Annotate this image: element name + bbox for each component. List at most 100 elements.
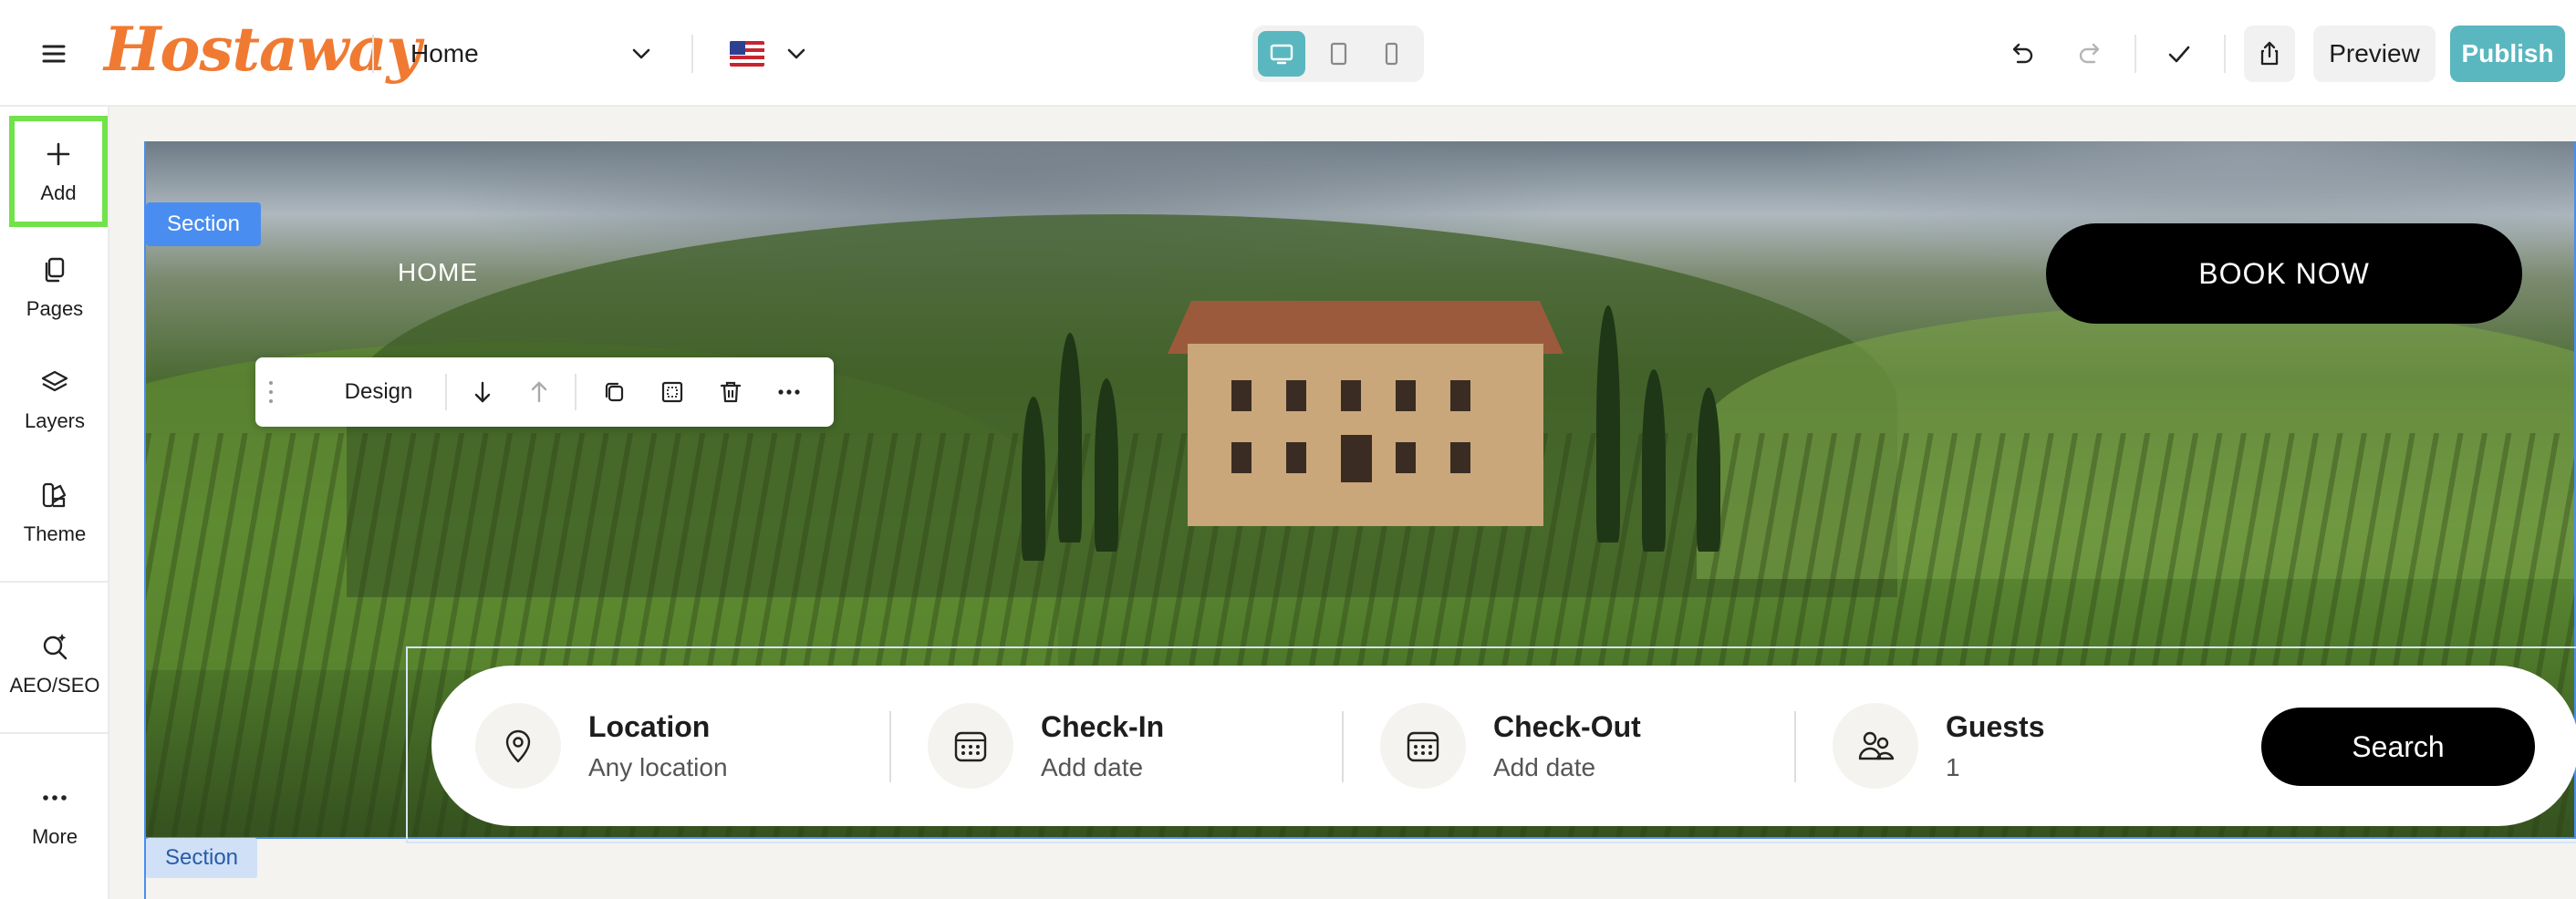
share-icon — [2255, 39, 2284, 68]
book-now-button[interactable]: BOOK NOW — [2046, 223, 2522, 324]
plus-icon — [42, 138, 75, 170]
divider — [691, 35, 693, 73]
page-selector-dropdown[interactable]: Home — [392, 27, 666, 80]
sidebar-item-label: Pages — [26, 297, 84, 320]
sidebar-item-theme[interactable]: Theme — [0, 462, 109, 563]
desktop-view-button[interactable] — [1258, 31, 1305, 77]
device-switcher — [1252, 26, 1424, 82]
section-label-tag-bottom[interactable]: Section — [146, 838, 257, 878]
sidebar-item-aeo-seo[interactable]: AEO/SEO — [0, 614, 109, 714]
sidebar-item-label: AEO/SEO — [9, 674, 100, 697]
cypress-tree — [1697, 388, 1720, 552]
hero-nav-home-link[interactable]: HOME — [398, 258, 478, 287]
tablet-view-button[interactable] — [1314, 31, 1362, 77]
guests-icon — [1833, 703, 1918, 789]
sidebar-item-add[interactable]: Add — [9, 116, 108, 227]
frame-select-icon — [659, 378, 686, 406]
delete-button[interactable] — [713, 375, 748, 409]
seo-search-icon — [38, 630, 71, 663]
villa-window — [1286, 380, 1306, 411]
villa-window — [1450, 380, 1470, 411]
sidebar-item-label: More — [31, 825, 78, 848]
hamburger-menu-icon[interactable] — [36, 36, 71, 71]
check-icon — [2164, 38, 2195, 69]
redo-icon — [2075, 38, 2106, 69]
chevron-down-icon — [628, 40, 655, 67]
divider — [372, 35, 374, 73]
editor-canvas: HOME BOOK NOW Section Design Location An… — [109, 107, 2576, 899]
left-sidebar: Add Pages Layers Theme AEO/SEO More — [0, 107, 109, 899]
layers-icon — [38, 366, 71, 398]
undo-icon — [2006, 38, 2037, 69]
divider — [1794, 711, 1796, 782]
sidebar-item-layers[interactable]: Layers — [0, 349, 109, 450]
divider — [889, 711, 891, 782]
section-label-tag[interactable]: Section — [146, 202, 261, 246]
duplicate-button[interactable] — [597, 375, 631, 409]
mobile-view-button[interactable] — [1367, 31, 1415, 77]
trash-icon — [717, 378, 744, 406]
more-dots-icon — [38, 781, 71, 814]
villa-window — [1231, 442, 1252, 473]
location-field[interactable]: Location Any location — [475, 666, 904, 826]
move-down-button[interactable] — [465, 375, 500, 409]
guests-field-value: 1 — [1946, 752, 1960, 781]
language-selector-dropdown[interactable] — [721, 27, 830, 80]
tablet-icon — [1324, 40, 1352, 67]
save-check-button[interactable] — [2158, 33, 2200, 75]
redo-button[interactable] — [2070, 33, 2112, 75]
map-pin-icon — [475, 703, 561, 789]
search-button[interactable]: Search — [2261, 708, 2535, 786]
move-up-button[interactable] — [522, 375, 556, 409]
select-frame-button[interactable] — [655, 375, 690, 409]
sidebar-item-label: Layers — [24, 409, 86, 432]
publish-button[interactable]: Publish — [2450, 26, 2565, 82]
undo-button[interactable] — [2000, 33, 2042, 75]
check-out-field-text: Check-Out Add date — [1493, 710, 1641, 782]
sidebar-item-label: Add — [40, 181, 77, 204]
check-out-field[interactable]: Check-Out Add date — [1380, 666, 1791, 826]
mobile-icon — [1377, 40, 1405, 67]
location-field-value: Any location — [588, 752, 728, 781]
calendar-icon — [1380, 703, 1466, 789]
sidebar-item-label: Theme — [23, 522, 87, 545]
location-field-text: Location Any location — [588, 710, 728, 782]
sidebar-item-more[interactable]: More — [0, 765, 109, 865]
drag-handle-icon[interactable] — [266, 379, 275, 405]
cypress-tree — [1095, 378, 1118, 552]
divider — [2224, 35, 2226, 73]
pages-icon — [38, 253, 71, 286]
top-bar: Hostaway Home Preview Publish — [0, 0, 2576, 107]
theme-icon — [38, 479, 71, 512]
guests-field-text: Guests 1 — [1946, 710, 2044, 782]
duplicate-icon — [600, 378, 628, 406]
divider — [0, 732, 109, 734]
villa-window — [1396, 442, 1416, 473]
share-button[interactable] — [2244, 26, 2295, 82]
villa-window — [1341, 380, 1361, 411]
check-out-field-title: Check-Out — [1493, 709, 1641, 743]
calendar-icon — [928, 703, 1013, 789]
cypress-tree — [1058, 333, 1082, 542]
check-in-field[interactable]: Check-In Add date — [928, 666, 1338, 826]
chevron-down-icon — [783, 40, 810, 67]
page-selector-label: Home — [410, 39, 479, 67]
villa-door — [1341, 435, 1372, 482]
sidebar-item-pages[interactable]: Pages — [0, 237, 109, 337]
check-in-field-title: Check-In — [1041, 709, 1165, 743]
villa-window — [1450, 442, 1470, 473]
more-options-button[interactable] — [772, 375, 806, 409]
arrow-up-icon — [525, 378, 553, 406]
divider — [0, 581, 109, 583]
divider — [2135, 35, 2136, 73]
cypress-tree — [1596, 305, 1620, 542]
section-toolbar: Design — [255, 357, 834, 427]
check-in-field-text: Check-In Add date — [1041, 710, 1164, 782]
cypress-tree — [1642, 369, 1666, 552]
guests-field[interactable]: Guests 1 — [1833, 666, 2216, 826]
preview-button[interactable]: Preview — [2313, 26, 2436, 82]
arrow-down-icon — [469, 378, 496, 406]
design-button[interactable]: Design — [319, 357, 438, 427]
divider — [575, 374, 576, 410]
check-out-field-value: Add date — [1493, 752, 1596, 781]
